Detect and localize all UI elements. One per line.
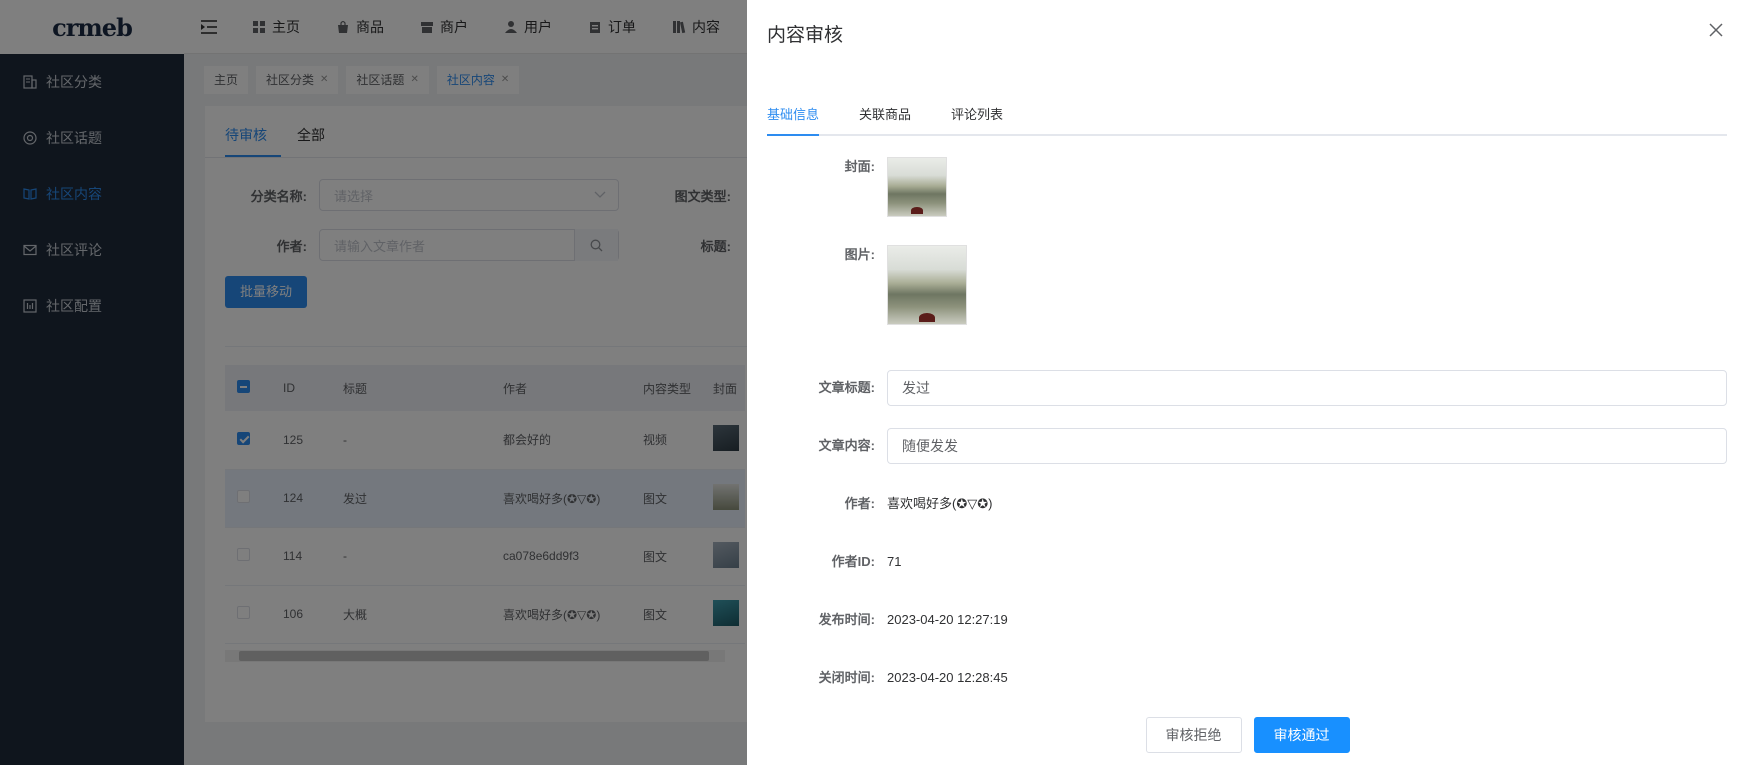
close-icon (1709, 23, 1723, 37)
article-content-label: 文章内容: (818, 438, 875, 453)
cover-field: 封面: (767, 157, 947, 217)
content-image[interactable] (887, 245, 967, 325)
close-time-field: 关闭时间: 2023-04-20 12:28:45 (767, 668, 1008, 688)
tab-basic-info[interactable]: 基础信息 (767, 104, 820, 136)
article-content-field: 文章内容: 随便发发 (767, 428, 1727, 464)
close-time-label: 关闭时间: (818, 670, 875, 685)
images-field: 图片: (767, 245, 967, 325)
author-id-field: 作者ID: 71 (767, 552, 902, 572)
images-label: 图片: (844, 247, 875, 262)
author-id-value: 71 (887, 554, 902, 569)
cover-label: 封面: (844, 159, 875, 174)
reject-button[interactable]: 审核拒绝 (1145, 717, 1242, 753)
drawer-footer: 审核拒绝 审核通过 (747, 717, 1748, 753)
close-button[interactable] (1708, 22, 1726, 40)
publish-time-value: 2023-04-20 12:27:19 (887, 612, 1008, 627)
article-title-input[interactable]: 发过 (887, 370, 1727, 406)
author-value: 喜欢喝好多(✪▽✪) (887, 496, 993, 511)
review-drawer: 内容审核 基础信息 关联商品 评论列表 封面: 图片: 文章标题: 发过 文章内… (747, 0, 1748, 765)
publish-time-field: 发布时间: 2023-04-20 12:27:19 (767, 610, 1008, 630)
close-time-value: 2023-04-20 12:28:45 (887, 670, 1008, 685)
drawer-tabs: 基础信息 关联商品 评论列表 (767, 104, 1727, 136)
article-content-input[interactable]: 随便发发 (887, 428, 1727, 464)
author-label: 作者: (844, 496, 875, 511)
tab-related-products[interactable]: 关联商品 (859, 104, 911, 134)
article-title-field: 文章标题: 发过 (767, 370, 1727, 406)
approve-button[interactable]: 审核通过 (1253, 717, 1350, 753)
cover-image[interactable] (887, 157, 947, 217)
article-title-label: 文章标题: (818, 380, 875, 395)
tab-comment-list[interactable]: 评论列表 (951, 104, 1003, 134)
author-field: 作者: 喜欢喝好多(✪▽✪) (767, 494, 993, 514)
publish-time-label: 发布时间: (818, 612, 875, 627)
drawer-title: 内容审核 (767, 25, 844, 46)
author-id-label: 作者ID: (831, 554, 875, 569)
